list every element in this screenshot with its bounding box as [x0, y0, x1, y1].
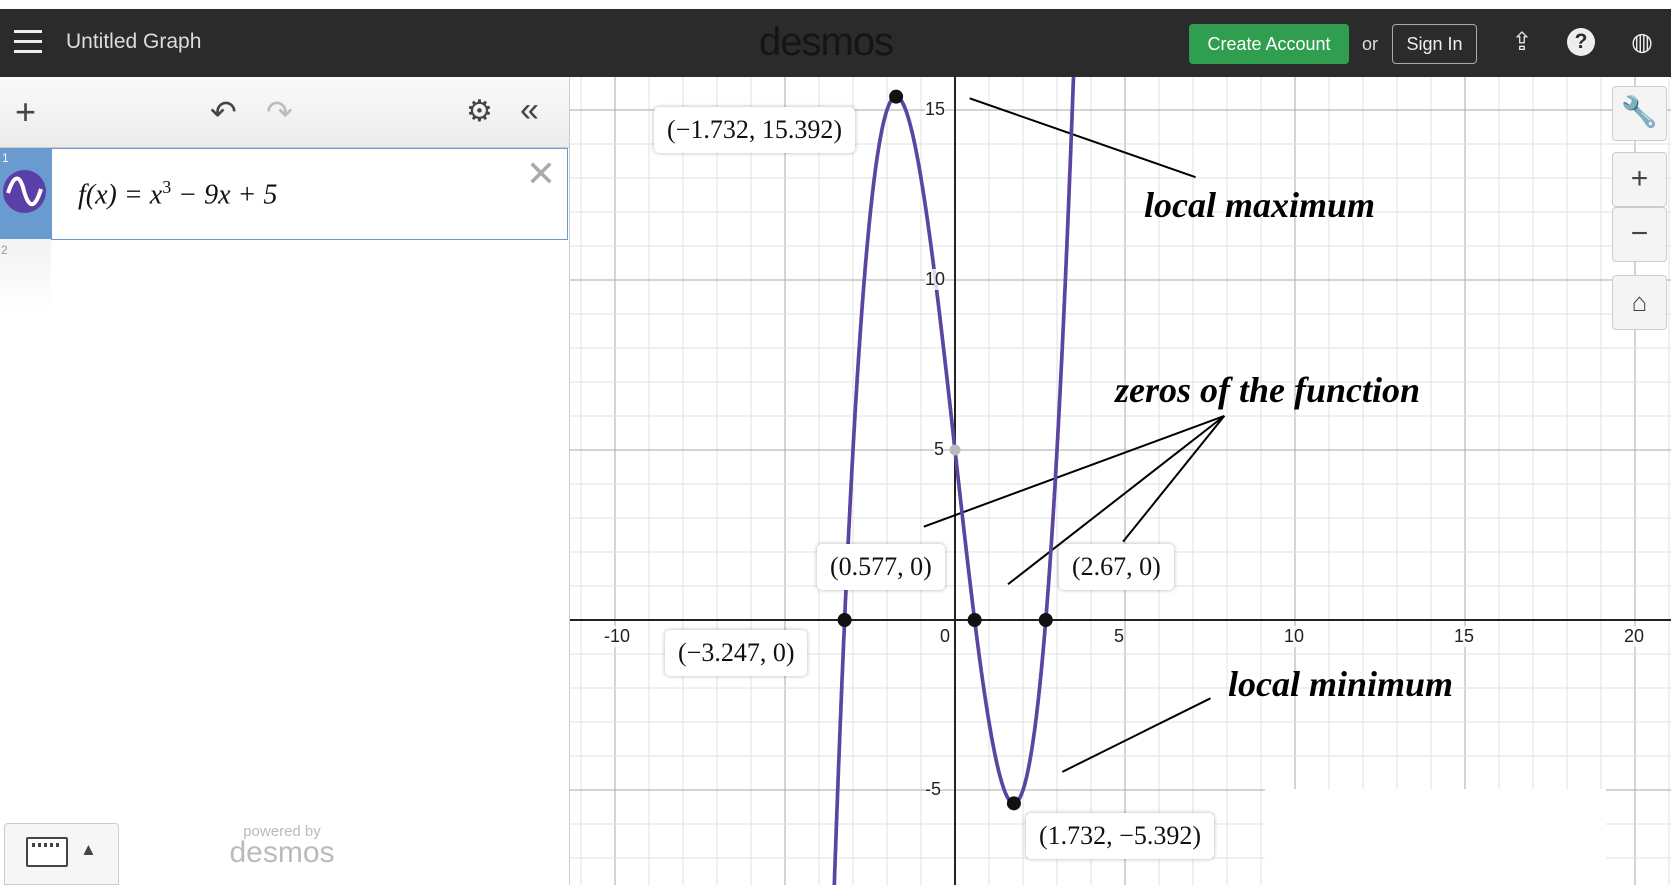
expression-number: 1: [2, 151, 9, 165]
add-expression-button[interactable]: +: [15, 94, 36, 130]
y-tick-label: 10: [925, 269, 946, 290]
expression-toolbar: + ↶ ↷ ⚙ «: [0, 77, 569, 148]
y-tick-label: 15: [925, 99, 946, 120]
keyboard-toggle-button[interactable]: ▲: [4, 823, 119, 885]
home-zoom-icon[interactable]: ⌂: [1612, 275, 1667, 330]
expr-part: f(x) = x: [78, 179, 163, 211]
x-tick-label: 15: [1454, 626, 1475, 647]
settings-gear-icon[interactable]: ⚙: [466, 96, 493, 128]
desmos-logo: desmos: [759, 20, 894, 64]
y-intercept-point: [949, 444, 961, 456]
curve-color-icon[interactable]: [3, 170, 46, 213]
expr-exponent: 3: [162, 177, 172, 197]
graph-point: [1038, 613, 1053, 627]
graph-point: [1006, 796, 1021, 811]
graph-settings-wrench-icon[interactable]: 🔧: [1612, 86, 1667, 141]
menu-icon[interactable]: [14, 30, 42, 54]
help-icon[interactable]: ?: [1567, 28, 1595, 56]
point-label-local-min[interactable]: (1.732, −5.392): [1026, 813, 1214, 859]
powered-by-desmos[interactable]: powered by desmos: [218, 823, 346, 870]
graph-point: [837, 613, 852, 627]
caret-up-icon: ▲: [80, 840, 97, 859]
collapse-panel-button[interactable]: «: [520, 93, 539, 127]
blank-overlay: [1265, 789, 1606, 885]
zoom-in-button[interactable]: +: [1612, 152, 1667, 207]
x-tick-label: 10: [1284, 626, 1305, 647]
function-curve: [832, 77, 1076, 885]
create-account-button[interactable]: Create Account: [1189, 24, 1349, 64]
point-label-zero-2[interactable]: (0.577, 0): [817, 544, 945, 590]
expr-part: − 9x + 5: [171, 179, 278, 211]
expression-input[interactable]: f(x) = x3 − 9x + 5: [78, 177, 277, 211]
expression-row[interactable]: 1 f(x) = x3 − 9x + 5 ✕: [0, 148, 568, 240]
graph-title[interactable]: Untitled Graph: [66, 30, 201, 54]
language-globe-icon[interactable]: ◍: [1626, 26, 1658, 58]
or-text: or: [1362, 34, 1379, 54]
y-tick-label: -5: [925, 779, 942, 800]
point-label-zero-3[interactable]: (2.67, 0): [1059, 544, 1174, 590]
y-tick-label: 5: [934, 439, 945, 460]
keyboard-icon: [26, 837, 68, 867]
desmos-small-logo: desmos: [229, 836, 335, 869]
x-tick-label: 20: [1624, 626, 1645, 647]
x-tick-label: 5: [1114, 626, 1125, 647]
x-tick-label: 0: [940, 626, 951, 647]
share-icon[interactable]: ⇪: [1506, 26, 1538, 58]
expression-number: 2: [1, 243, 8, 257]
point-label-zero-1[interactable]: (−3.247, 0): [665, 630, 808, 676]
graph-point: [889, 89, 904, 104]
graph-point: [967, 613, 982, 627]
expression-tab[interactable]: 1: [1, 149, 52, 239]
x-tick-label: -10: [604, 626, 631, 647]
graph-canvas[interactable]: -10-0510152015105-5 (−1.732, 15.392) (1.…: [570, 77, 1671, 885]
delete-expression-icon[interactable]: ✕: [526, 153, 556, 195]
point-label-local-max[interactable]: (−1.732, 15.392): [654, 107, 855, 153]
top-strip: [0, 0, 1671, 9]
undo-button[interactable]: ↶: [210, 96, 237, 128]
annotation-local-maximum: local maximum: [1144, 185, 1376, 225]
sign-in-button[interactable]: Sign In: [1392, 24, 1477, 64]
annotation-local-minimum: local minimum: [1228, 664, 1454, 704]
redo-button[interactable]: ↷: [266, 96, 293, 128]
empty-expression-row[interactable]: 2: [0, 239, 51, 314]
expression-panel: + ↶ ↷ ⚙ « 1 f(x) = x3 − 9x + 5 ✕ 2 ▲ pow…: [0, 77, 570, 885]
header: Untitled Graph desmos Create Account or …: [0, 9, 1671, 77]
annotation-zeros: zeros of the function: [1115, 370, 1421, 410]
zoom-out-button[interactable]: −: [1612, 207, 1667, 262]
graph-svg: [570, 77, 1671, 885]
annotation-pointer-line: [1061, 697, 1211, 773]
